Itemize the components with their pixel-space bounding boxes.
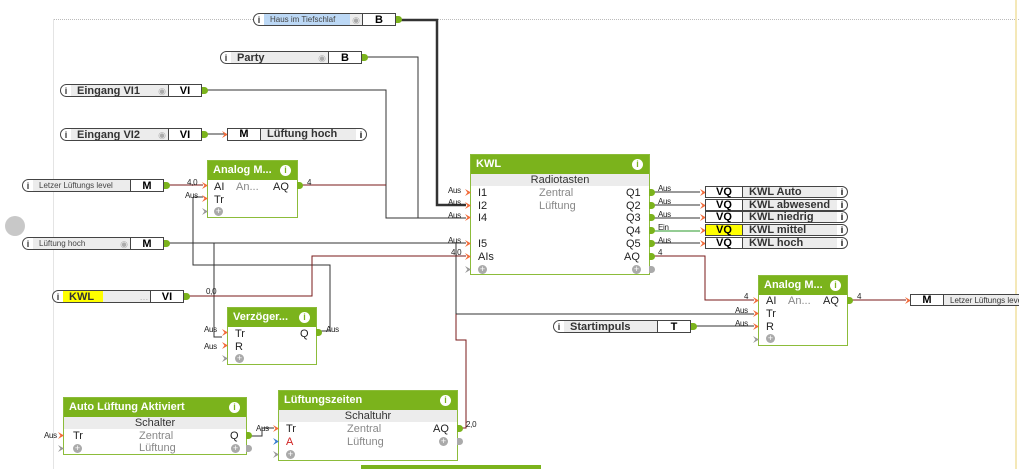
- add-output-icon[interactable]: +: [632, 265, 641, 274]
- wire: [397, 18, 466, 207]
- add-input-icon[interactable]: +: [235, 354, 244, 363]
- block-analog-memory-1[interactable]: Analog M... i AI An... AQ Tr +: [207, 160, 298, 218]
- output-kwl-hoch[interactable]: VQ KWL hoch i: [705, 237, 848, 249]
- info-icon[interactable]: i: [229, 402, 240, 413]
- block-partial[interactable]: [361, 465, 541, 469]
- block-verzoegerung[interactable]: Verzöger... i Tr Q R +: [227, 307, 317, 365]
- gear-icon[interactable]: ◉: [316, 52, 328, 63]
- info-icon[interactable]: i: [254, 15, 264, 25]
- block-kwl-radiotasten[interactable]: KWL i Radiotasten I1 I2 I4 I5 AIs Zentral…: [470, 154, 650, 275]
- input-kwl[interactable]: i KWL … VI: [52, 290, 184, 303]
- input-eingang-vi1[interactable]: i Eingang VI1 ◉ VI: [60, 84, 202, 97]
- info-icon[interactable]: i: [440, 395, 451, 406]
- input-startimpuls[interactable]: i Startimpuls T: [553, 320, 691, 333]
- output-kwl-abwesend[interactable]: VQ KWL abwesend i: [705, 199, 848, 211]
- info-icon[interactable]: i: [280, 165, 291, 176]
- output-lueftung-hoch[interactable]: M Lüftung hoch i: [227, 128, 367, 141]
- add-input-icon[interactable]: +: [73, 444, 82, 453]
- info-icon[interactable]: i: [23, 239, 33, 249]
- input-eingang-vi2[interactable]: i Eingang VI2 ◉ VI: [60, 128, 202, 141]
- add-input-icon[interactable]: +: [214, 207, 223, 216]
- input-lueftung-hoch[interactable]: i Lüftung hoch ◉ M: [22, 237, 164, 250]
- info-icon[interactable]: i: [837, 200, 847, 210]
- output-kwl-mittel[interactable]: VQ KWL mittel i: [705, 224, 848, 236]
- block-analog-memory-2[interactable]: Analog M... i AI An... AQ Tr R +: [758, 275, 848, 346]
- info-icon[interactable]: i: [299, 312, 310, 323]
- add-output-icon[interactable]: +: [439, 437, 448, 446]
- wire: [651, 255, 754, 301]
- add-input-icon[interactable]: +: [478, 265, 487, 274]
- info-icon[interactable]: i: [554, 322, 564, 332]
- add-input-icon[interactable]: +: [286, 450, 295, 459]
- info-icon[interactable]: i: [221, 53, 231, 63]
- info-icon[interactable]: i: [632, 159, 643, 170]
- info-icon[interactable]: i: [837, 212, 847, 222]
- info-icon[interactable]: i: [61, 130, 71, 140]
- add-output-icon[interactable]: +: [231, 444, 240, 453]
- info-icon[interactable]: i: [830, 280, 841, 291]
- info-icon[interactable]: i: [53, 292, 63, 302]
- info-icon[interactable]: i: [837, 238, 847, 248]
- block-auto-lueftung-aktiviert[interactable]: Auto Lüftung Aktiviert i Schalter Tr Zent…: [63, 397, 247, 455]
- gear-icon[interactable]: ◉: [118, 238, 130, 249]
- output-kwl-niedrig[interactable]: VQ KWL niedrig i: [705, 211, 848, 223]
- info-icon[interactable]: i: [61, 86, 71, 96]
- add-input-icon[interactable]: +: [766, 334, 775, 343]
- input-party[interactable]: i Party ◉ B: [220, 51, 362, 64]
- gear-icon[interactable]: ◉: [156, 129, 168, 140]
- info-icon[interactable]: i: [837, 225, 847, 235]
- input-haus-im-tiefschlaf[interactable]: i Haus im Tiefschlaf ◉ B: [253, 13, 396, 26]
- gear-icon[interactable]: ◉: [350, 14, 362, 25]
- gear-icon[interactable]: ◉: [156, 85, 168, 96]
- info-icon[interactable]: i: [23, 181, 33, 191]
- wire: [185, 255, 466, 297]
- logic-canvas[interactable]: i Haus im Tiefschlaf ◉ B i Party ◉ B i E…: [0, 0, 1019, 469]
- input-letzer-lueftungs-level[interactable]: i Letzer Lüftungs level M: [22, 179, 164, 192]
- output-kwl-auto[interactable]: VQ KWL Auto i: [705, 186, 848, 198]
- output-letzer-lueftungs-level[interactable]: M Letzer Lüftungs level: [910, 294, 1019, 306]
- more-icon[interactable]: …: [138, 291, 150, 302]
- info-icon[interactable]: i: [356, 130, 366, 140]
- info-icon[interactable]: i: [837, 187, 847, 197]
- block-lueftungszeiten[interactable]: Lüftungszeiten i Schaltuhr Tr A Zentral L…: [278, 390, 458, 461]
